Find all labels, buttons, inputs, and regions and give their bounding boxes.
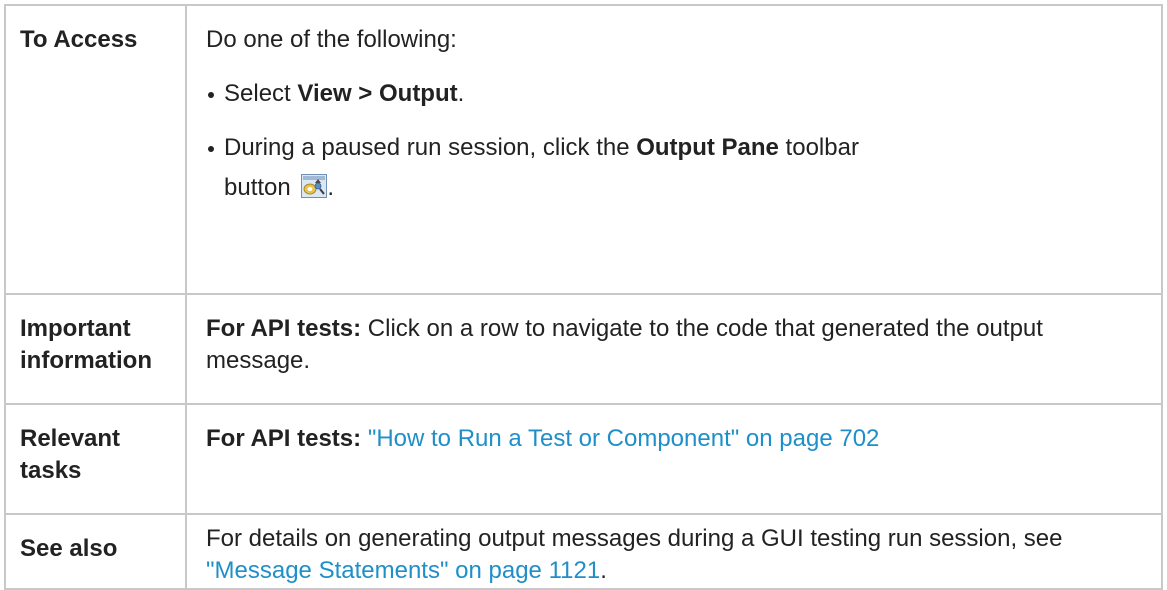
see-also-end: . bbox=[600, 557, 607, 584]
table-row-important-information: Important information For API tests: Cli… bbox=[4, 293, 1163, 405]
list-item: During a paused run session, click the O… bbox=[206, 132, 1141, 201]
item2-prefix: During a paused run session, click the bbox=[224, 134, 637, 161]
important-information-label: Important information bbox=[20, 315, 152, 374]
table-row-to-access: To Access Do one of the following: Selec… bbox=[4, 4, 1163, 295]
output-pane-term: Output Pane bbox=[636, 134, 779, 161]
row-label-see-also: See also bbox=[4, 513, 187, 590]
item1-prefix: Select bbox=[224, 80, 298, 107]
bullet-icon bbox=[208, 92, 214, 98]
to-access-label: To Access bbox=[20, 26, 138, 53]
table-row-relevant-tasks: Relevant tasks For API tests: "How to Ru… bbox=[4, 403, 1163, 515]
access-options-list: Select View > Output. During a paused ru… bbox=[206, 78, 1141, 201]
row-content-to-access: Do one of the following: Select View > O… bbox=[185, 4, 1163, 295]
item2-end: . bbox=[327, 174, 335, 201]
item2-line2: button bbox=[224, 174, 291, 201]
row-content-see-also: For details on generating output message… bbox=[185, 513, 1163, 590]
api-tests-prefix: For API tests: bbox=[206, 425, 362, 452]
row-content-relevant-tasks: For API tests: "How to Run a Test or Com… bbox=[185, 403, 1163, 515]
row-label-important-information: Important information bbox=[4, 293, 187, 405]
menu-path-view-output: View > Output bbox=[297, 80, 458, 107]
row-label-relevant-tasks: Relevant tasks bbox=[4, 403, 187, 515]
row-label-to-access: To Access bbox=[4, 4, 187, 295]
message-statements-link[interactable]: "Message Statements" on page 1121 bbox=[206, 557, 600, 584]
output-pane-icon bbox=[301, 174, 328, 198]
see-also-text: For details on generating output message… bbox=[206, 525, 1063, 552]
info-table: To Access Do one of the following: Selec… bbox=[4, 4, 1163, 590]
how-to-run-test-link[interactable]: "How to Run a Test or Component" on page… bbox=[368, 425, 880, 452]
see-also-label: See also bbox=[20, 535, 118, 562]
access-intro: Do one of the following: bbox=[206, 26, 457, 53]
table-row-see-also: See also For details on generating outpu… bbox=[4, 513, 1163, 590]
list-item: Select View > Output. bbox=[206, 78, 1141, 110]
row-content-important-information: For API tests: Click on a row to navigat… bbox=[185, 293, 1163, 405]
bullet-icon bbox=[208, 146, 214, 152]
relevant-tasks-label: Relevant tasks bbox=[20, 425, 121, 484]
item2-suffix: toolbar bbox=[778, 134, 859, 161]
api-tests-prefix: For API tests: bbox=[206, 315, 362, 342]
item1-suffix: . bbox=[457, 80, 465, 107]
